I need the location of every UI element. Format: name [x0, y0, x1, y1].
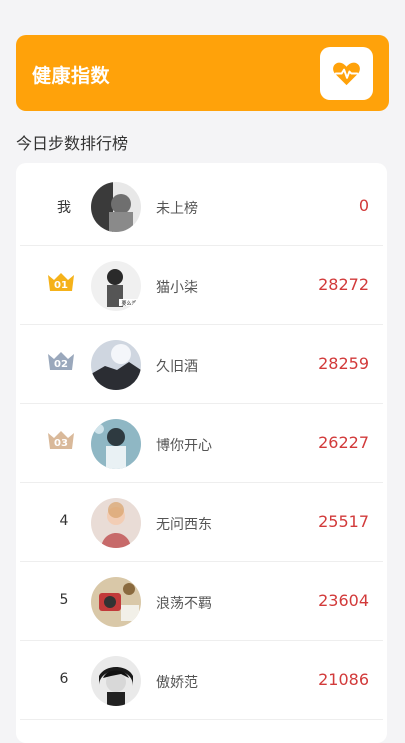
avatar[interactable] — [91, 577, 141, 627]
username: 无问西东 — [156, 517, 212, 533]
avatar[interactable] — [91, 498, 141, 548]
avatar[interactable] — [91, 182, 141, 232]
step-count: 28259 — [318, 354, 369, 373]
username: 猫小柒 — [156, 280, 198, 296]
ranking-row-me[interactable]: 我 未上榜 0 — [20, 167, 383, 246]
health-index-title: 健康指数 — [32, 65, 111, 87]
ranking-list: 我 未上榜 0 01 要么浮 猫小柒 28272 02 久旧酒 28259 03… — [16, 163, 387, 743]
heart-pulse-icon — [320, 47, 373, 100]
ranking-row[interactable]: 03 博你开心 26227 — [20, 404, 383, 483]
step-ranking-title: 今日步数排行榜 — [16, 134, 129, 153]
step-count: 28272 — [318, 275, 369, 294]
ranking-row[interactable]: 4 无问西东 25517 — [20, 483, 383, 562]
username: 未上榜 — [156, 201, 198, 217]
step-count: 26227 — [318, 433, 369, 452]
step-count: 23604 — [318, 591, 369, 610]
ranking-row[interactable]: 5 浪荡不羁 23604 — [20, 562, 383, 641]
ranking-row[interactable]: 01 要么浮 猫小柒 28272 — [20, 246, 383, 325]
avatar[interactable]: 要么浮 — [91, 261, 141, 311]
bronze-crown-badge-icon: 03 — [46, 429, 76, 455]
username: 浪荡不羁 — [156, 596, 212, 612]
avatar[interactable] — [91, 340, 141, 390]
gold-crown-badge-icon: 01 — [46, 271, 76, 297]
silver-crown-badge-icon: 02 — [46, 350, 76, 376]
avatar[interactable] — [91, 419, 141, 469]
step-count: 21086 — [318, 670, 369, 689]
rank-label: 我 — [57, 200, 71, 216]
svg-text:03: 03 — [54, 438, 68, 449]
ranking-row[interactable]: 02 久旧酒 28259 — [20, 325, 383, 404]
rank-label: 6 — [59, 671, 69, 687]
svg-text:01: 01 — [54, 280, 68, 291]
ranking-row[interactable]: 6 傲娇范 21086 — [20, 641, 383, 720]
step-count: 0 — [358, 196, 369, 215]
username: 博你开心 — [156, 438, 212, 454]
health-index-banner[interactable]: 健康指数 — [16, 35, 389, 111]
svg-text:02: 02 — [54, 359, 68, 370]
step-count: 25517 — [318, 512, 369, 531]
username: 久旧酒 — [156, 359, 198, 375]
username: 傲娇范 — [156, 675, 198, 691]
rank-label: 4 — [59, 513, 69, 529]
rank-label: 5 — [59, 592, 69, 608]
svg-text:要么浮: 要么浮 — [121, 300, 136, 307]
avatar[interactable] — [91, 656, 141, 706]
